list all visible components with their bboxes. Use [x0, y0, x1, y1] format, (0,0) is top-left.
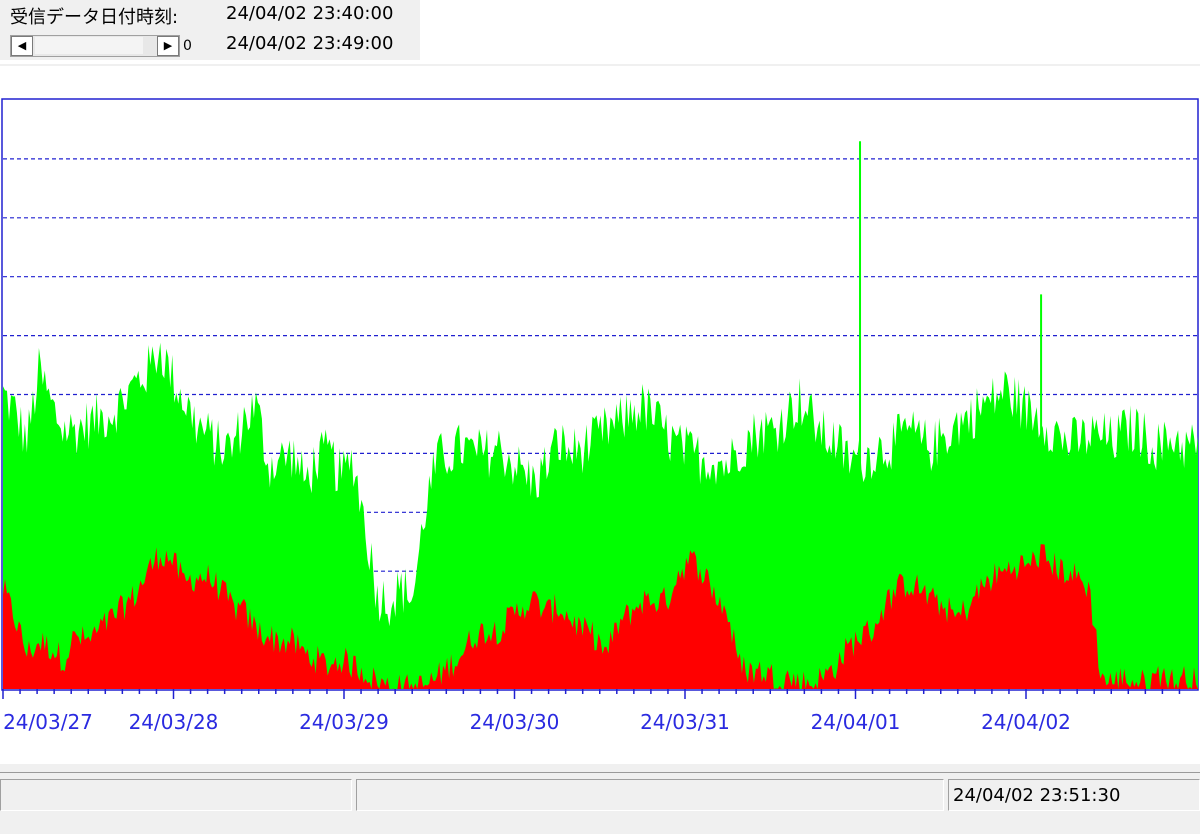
status-pane-2	[356, 779, 944, 811]
scroll-right-button[interactable]: ▶	[157, 36, 179, 56]
app-window: 受信データ日付時刻: 24/04/02 23:40:00 24/04/02 23…	[0, 0, 1200, 834]
arrow-left-icon: ◀	[17, 39, 27, 52]
time-scrollbar[interactable]: ◀ ▶	[10, 35, 180, 57]
status-pane-time: 24/04/02 23:51:30	[948, 779, 1200, 811]
x-tick-label: 24/03/28	[129, 710, 219, 734]
x-tick-label: 24/03/31	[640, 710, 730, 734]
chart-area: 24/03/27 24/03/28 24/03/29 24/03/30 24/03/31…	[0, 66, 1200, 764]
current-time-value: 24/04/02 23:51:30	[953, 785, 1121, 806]
status-pane-1	[0, 779, 352, 811]
traffic-chart: 24/03/27 24/03/28 24/03/29 24/03/30 24/03/31…	[1, 98, 1199, 734]
scroll-left-button[interactable]: ◀	[11, 36, 33, 56]
x-axis-labels: 24/03/27 24/03/28 24/03/29 24/03/30 24/03/31…	[3, 710, 1071, 734]
x-tick-label: 24/03/29	[299, 710, 389, 734]
start-time-value: 24/04/02 23:40:00	[226, 3, 394, 24]
end-time-value: 24/04/02 23:49:00	[226, 33, 394, 54]
x-tick-label: 24/03/30	[470, 710, 560, 734]
status-bar: 24/04/02 23:51:30	[0, 772, 1200, 813]
x-tick-label: 24/04/02	[981, 710, 1071, 734]
header-panel: 受信データ日付時刻: 24/04/02 23:40:00 24/04/02 23…	[0, 0, 420, 60]
arrow-right-icon: ▶	[163, 39, 173, 52]
x-tick-label: 24/04/01	[811, 710, 901, 734]
scroll-value: 0	[183, 38, 192, 54]
header: 受信データ日付時刻: 24/04/02 23:40:00 24/04/02 23…	[0, 0, 1200, 64]
scroll-thumb[interactable]	[35, 37, 143, 54]
received-datetime-label: 受信データ日付時刻:	[10, 7, 179, 28]
x-tick-label: 24/03/27	[3, 710, 93, 734]
